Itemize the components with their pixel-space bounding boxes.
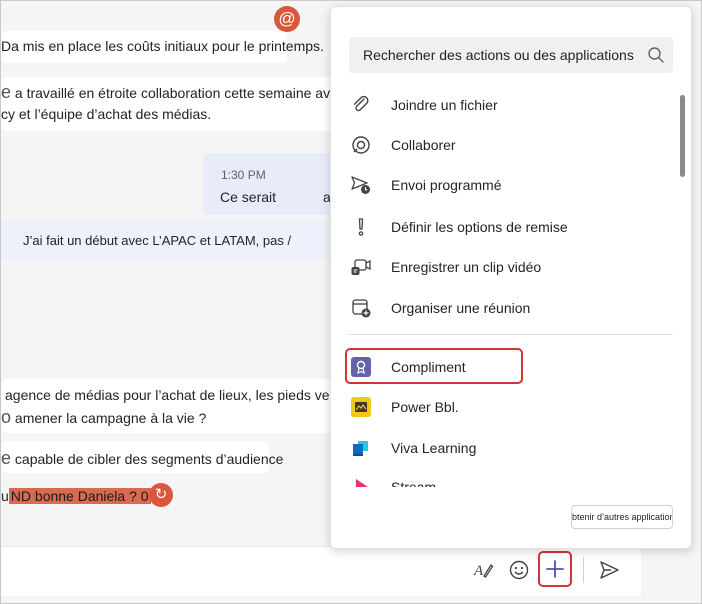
actions-apps-menu: Joindre un fichier Collaborer Envoi prog… (330, 6, 692, 549)
send-icon[interactable] (593, 554, 625, 586)
app-item-power-bi[interactable]: Power Bbl. (347, 389, 667, 425)
loop-icon (347, 131, 375, 159)
video-clip-icon (347, 253, 375, 281)
menu-item-label: Power Bbl. (391, 399, 459, 415)
app-item-compliment[interactable]: Compliment (347, 349, 667, 385)
menu-item-label: Envoi programmé (391, 177, 502, 193)
menu-scrollbar[interactable] (680, 95, 685, 177)
message-text: agence de médias pour l’achat de lieux, … (5, 387, 335, 403)
menu-item-attach-file[interactable]: Joindre un fichier (347, 87, 667, 123)
menu-item-record-clip[interactable]: Enregistrer un clip vidéo (347, 249, 667, 285)
highlighted-text: ND bonne Daniela ? 0 (8, 488, 151, 504)
stream-icon (347, 473, 375, 487)
menu-item-collaborate[interactable]: Collaborer (347, 127, 667, 163)
loop-icon: ↻ (149, 483, 173, 507)
paperclip-icon (347, 91, 375, 119)
plus-button[interactable] (538, 551, 572, 587)
message-text: e capable de cibler des segments d’audie… (1, 448, 284, 468)
menu-separator (349, 334, 673, 335)
search-box[interactable] (349, 37, 673, 73)
search-input[interactable] (349, 37, 639, 73)
composer-divider (583, 557, 584, 583)
menu-item-label: Stream (391, 479, 437, 487)
message-text: o amener la campagne à la vie ? (1, 407, 207, 427)
message-text: J’ai fait un début avec L’APAC et LATAM,… (23, 233, 292, 248)
menu-item-label: Définir les options de remise (391, 219, 568, 235)
menu-item-label: Compliment (391, 359, 466, 375)
format-icon[interactable]: A (467, 554, 499, 586)
menu-item-label: Organiser une réunion (391, 300, 531, 316)
compliment-icon (347, 353, 375, 381)
plus-icon (546, 560, 564, 578)
menu-item-label: Collaborer (391, 137, 456, 153)
scheduled-send-icon (347, 171, 375, 199)
svg-text:A: A (473, 563, 484, 579)
menu-item-label: Joindre un fichier (391, 97, 498, 113)
app-item-viva-learning[interactable]: Viva Learning (347, 430, 667, 466)
message-text: e a travaillé en étroite collaboration c… (1, 82, 341, 102)
calendar-add-icon (347, 294, 375, 322)
message-time: 1:30 PM (221, 168, 266, 182)
menu-item-delivery-options[interactable]: Définir les options de remise (347, 209, 667, 245)
viva-learning-icon (347, 434, 375, 462)
menu-item-label: Enregistrer un clip vidéo (391, 259, 542, 275)
menu-item-label: Viva Learning (391, 440, 477, 456)
app-list-clip: Stream (347, 465, 677, 487)
emoji-icon[interactable] (503, 554, 535, 586)
chat-window: Da mis en place les coûts initiaux pour … (0, 0, 702, 604)
mention-icon: @ (274, 6, 300, 32)
power-bi-icon (347, 393, 375, 421)
message-text: cy et l’équipe d’achat des médias. (1, 106, 212, 122)
menu-item-schedule-meeting[interactable]: Organiser une réunion (347, 290, 667, 326)
message-text: Ce serait (220, 189, 277, 205)
menu-item-scheduled-send[interactable]: Envoi programmé (347, 167, 667, 203)
message-text: u ND bonne Daniela ? 0 (1, 488, 151, 504)
exclamation-icon (347, 213, 375, 241)
get-more-apps-button[interactable]: Obtenir d’autres applications (571, 505, 673, 529)
search-icon (648, 47, 664, 63)
message-text: Da mis en place les coûts initiaux pour … (1, 38, 324, 54)
app-item-stream[interactable]: Stream (347, 469, 667, 487)
